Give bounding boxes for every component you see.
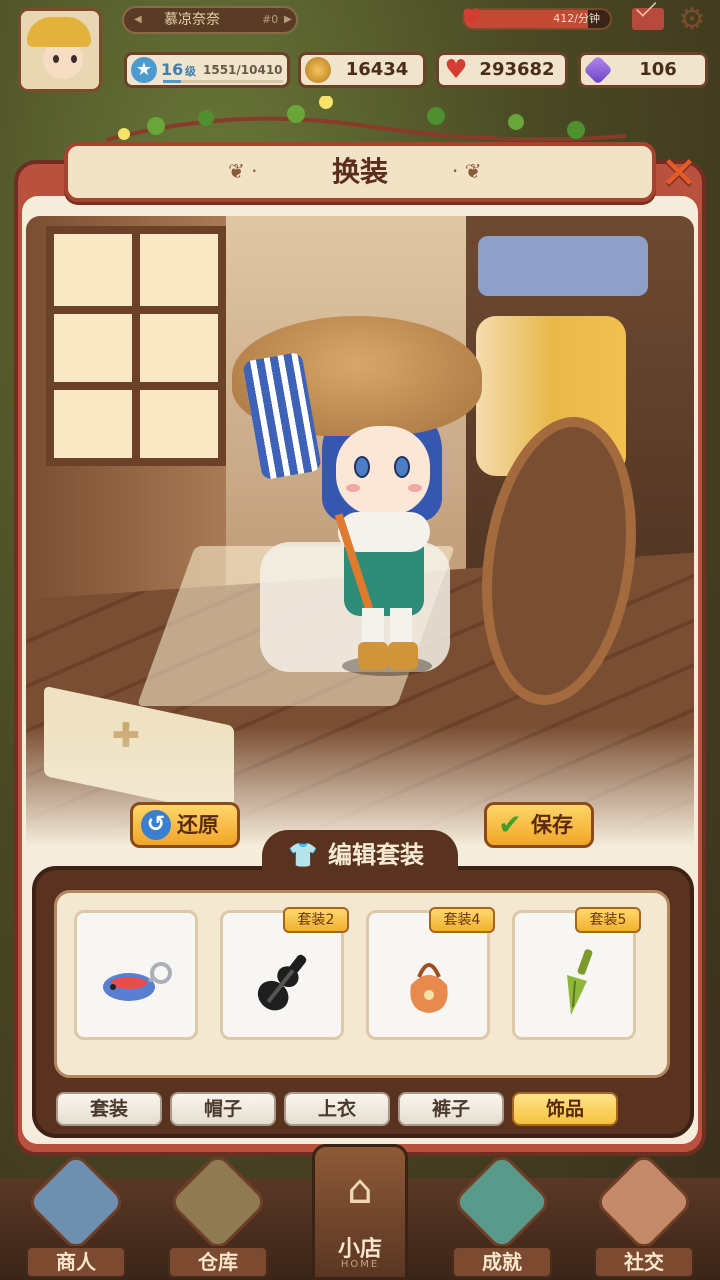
coin-icon <box>305 57 331 83</box>
level-display: ★ 16 级 1551/10410 <box>124 52 290 88</box>
item-card[interactable] <box>74 910 198 1040</box>
window <box>46 226 226 466</box>
panel-title: 换装 <box>331 155 388 188</box>
panel-title-bar: ❦ · 换装 · ❦ <box>64 142 656 202</box>
chevron-left-icon: ◀ <box>134 14 142 25</box>
item-card[interactable]: 套装2 <box>220 907 349 1040</box>
save-button[interactable]: ✔ 保存 <box>484 802 594 848</box>
chevron-right-icon: ▶ <box>284 14 292 25</box>
tab-pants[interactable]: 裤子 <box>398 1092 504 1126</box>
nav-achievement-label: 成就 <box>452 1246 552 1278</box>
gem-value: 106 <box>639 59 677 80</box>
nav-shop[interactable]: ⌂ 小店 HOME <box>312 1144 408 1280</box>
guitar-case-icon <box>257 954 307 1011</box>
trowel-icon <box>567 949 593 1015</box>
house-icon: ⌂ <box>347 1167 373 1213</box>
heart-value: 293682 <box>479 59 555 80</box>
set-badge: 套装4 <box>429 907 495 933</box>
coin-value: 16434 <box>345 59 409 80</box>
mail-icon[interactable] <box>632 8 664 30</box>
reset-label: 还原 <box>177 813 219 837</box>
heart-currency-icon: ♥ <box>444 55 468 85</box>
player-name: 慕凉奈奈 <box>164 12 220 28</box>
editor-title: 编辑套装 <box>328 841 424 869</box>
set-badge: 套装2 <box>283 907 349 933</box>
gem-icon <box>583 55 613 85</box>
player-avatar[interactable] <box>18 8 102 92</box>
nav-warehouse[interactable]: 仓库 <box>167 1151 269 1280</box>
editor-header: 👕 编辑套装 <box>262 830 458 882</box>
shirt-icon: 👕 <box>288 841 318 869</box>
player-name-plate[interactable]: ◀ 慕凉奈奈 #0 ▶ <box>122 6 298 34</box>
pouch-icon <box>410 963 448 1013</box>
warehouse-icon <box>167 1151 269 1253</box>
undo-icon: ↺ <box>141 810 171 840</box>
xp-bar <box>163 80 283 83</box>
set-badge: 套装5 <box>575 907 641 933</box>
tab-top[interactable]: 上衣 <box>284 1092 390 1126</box>
friends-icon <box>593 1151 695 1253</box>
nav-merchant[interactable]: 商人 <box>25 1151 127 1280</box>
player-character <box>232 316 492 676</box>
room-scene: ✚ <box>26 216 694 846</box>
tab-hat[interactable]: 帽子 <box>170 1092 276 1126</box>
nav-shop-sub: HOME <box>340 1259 380 1270</box>
item-card[interactable]: 套装4 <box>366 907 495 1040</box>
heart-icon: ♥ <box>461 4 483 32</box>
nav-social[interactable]: 社交 <box>593 1151 695 1280</box>
player-uid: #0 <box>262 13 279 26</box>
gear-icon[interactable]: ⚙ <box>676 4 708 36</box>
close-icon[interactable]: ✕ <box>656 152 702 198</box>
reset-button[interactable]: ↺ 还原 <box>130 802 240 848</box>
nav-social-label: 社交 <box>594 1246 694 1278</box>
nav-merchant-label: 商人 <box>26 1246 126 1278</box>
tab-accessory[interactable]: 饰品 <box>512 1092 618 1126</box>
tab-suit[interactable]: 套装 <box>56 1092 162 1126</box>
star-icon: ★ <box>131 57 157 83</box>
gem-counter[interactable]: 106 <box>578 52 708 88</box>
save-label: 保存 <box>531 813 573 837</box>
check-icon: ✔ <box>498 808 522 841</box>
item-card[interactable]: 套装5 <box>512 907 641 1040</box>
ornament-right: · ❦ <box>452 159 482 183</box>
coin-counter[interactable]: 16434 <box>298 52 426 88</box>
merchant-icon <box>25 1151 127 1253</box>
fish-keychain-icon <box>103 962 172 1001</box>
trophy-icon <box>451 1151 553 1253</box>
nav-warehouse-label: 仓库 <box>168 1246 268 1278</box>
nav-achievement[interactable]: 成就 <box>451 1151 553 1280</box>
heart-counter[interactable]: ♥ 293682 <box>436 52 568 88</box>
